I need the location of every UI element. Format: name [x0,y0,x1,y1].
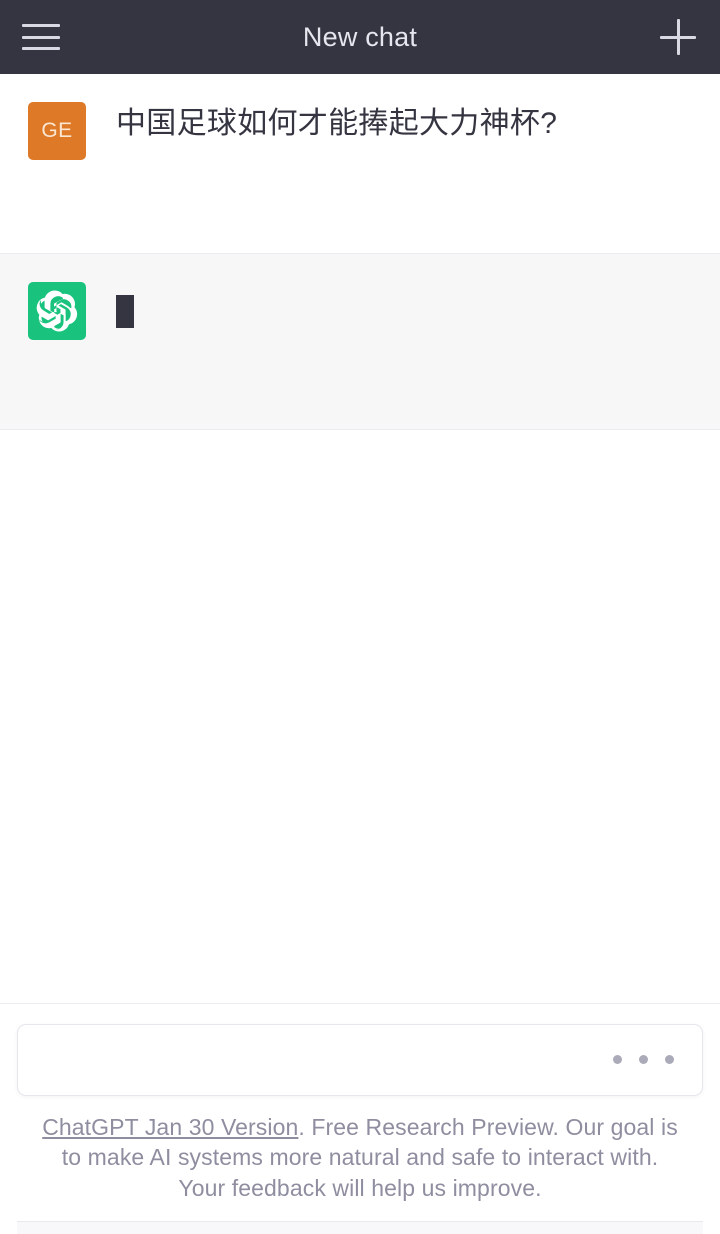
chat-input[interactable] [18,1024,613,1095]
page-title: New chat [302,21,418,52]
hamburger-icon[interactable] [22,22,60,52]
dot [639,1055,648,1065]
version-link[interactable]: ChatGPT Jan 30 Version [42,1114,298,1140]
typing-cursor [116,294,134,328]
hamburger-line [22,24,60,27]
chat-input-container[interactable] [17,1023,703,1096]
dot [665,1055,674,1065]
dot [613,1055,622,1065]
hamburger-line [22,47,60,50]
chatgpt-app: New chat GE 中国足球如何才能捧起大力神杯? ChatGPT Jan … [0,0,720,1234]
app-header: New chat [0,0,720,74]
message-row-user: GE 中国足球如何才能捧起大力神杯? [0,74,720,253]
conversation-list: GE 中国足球如何才能捧起大力神杯? [0,74,720,1003]
bottom-divider [17,1221,703,1234]
three-dots-icon [613,1055,702,1065]
composer: ChatGPT Jan 30 Version. Free Research Pr… [0,1002,720,1234]
footer-disclaimer: ChatGPT Jan 30 Version. Free Research Pr… [17,1096,703,1203]
message-text [116,282,720,330]
message-text: 中国足球如何才能捧起大力神杯? [116,107,558,140]
message-row-assistant [0,253,720,430]
hamburger-line [22,35,60,39]
openai-logo-icon [28,282,86,340]
plus-icon[interactable] [658,17,698,57]
avatar: GE [28,102,86,160]
